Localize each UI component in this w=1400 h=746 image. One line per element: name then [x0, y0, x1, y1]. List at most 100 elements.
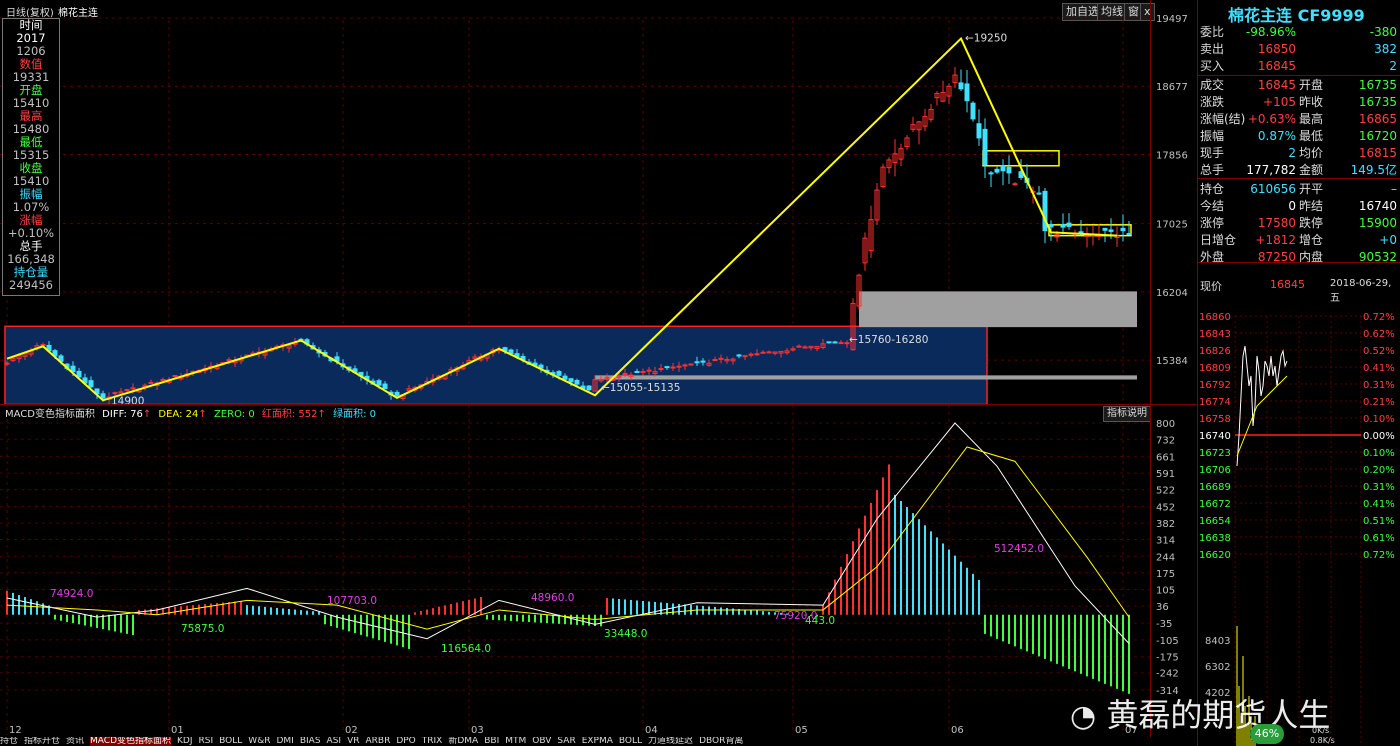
- time-axis-label: 04: [645, 725, 658, 736]
- candle-body: [172, 375, 178, 378]
- support-zone: [859, 291, 1137, 328]
- quote-value: +0: [1379, 233, 1397, 247]
- indicator-tab[interactable]: MTM: [505, 737, 526, 746]
- indicator-tab[interactable]: 力道线延迟: [648, 737, 693, 746]
- candle-body: [1000, 165, 1006, 172]
- quote-value: 17580: [1257, 216, 1296, 230]
- quote-row: 持仓 610656 开平 –: [1198, 181, 1400, 198]
- indicator-tab[interactable]: DMI: [276, 737, 293, 746]
- intraday-chart[interactable]: 16860 0.72% 16843 0.62% 16826 0.52% 16809 0.41%…: [1197, 306, 1400, 746]
- macd-area-label: 33448.0: [604, 628, 647, 640]
- candle-body: [376, 380, 382, 386]
- indicator-tab[interactable]: BIAS: [300, 737, 321, 746]
- indicator-tab[interactable]: ASI: [327, 737, 342, 746]
- candle-body: [394, 391, 400, 396]
- intraday-volume-label: 6302: [1205, 662, 1230, 673]
- intraday-pct-label: 0.20%: [1363, 465, 1395, 476]
- now-price-label: 现价: [1200, 280, 1222, 293]
- candle-body: [766, 351, 772, 354]
- indicator-tab[interactable]: BBI: [484, 737, 499, 746]
- candle-body: [712, 359, 718, 362]
- indicator-tab[interactable]: OBV: [532, 737, 551, 746]
- indicator-tab[interactable]: KDJ: [177, 737, 193, 746]
- now-price-value: 16845: [1270, 278, 1305, 291]
- macd-axis-label: 591: [1156, 469, 1175, 480]
- crosshair-info-panel: 时间 2017 1206 数值 19331 开盘 15410 最高 15480 最低 15315 收盘…: [2, 18, 60, 296]
- macd-axis-label: 314: [1156, 535, 1175, 546]
- indicator-tab[interactable]: VR: [347, 737, 359, 746]
- range-label: ←15760-16280: [849, 334, 928, 346]
- quote-row: 振幅 0.87% 最低 16720: [1198, 128, 1400, 145]
- candle-body: [736, 354, 742, 357]
- kline-chart[interactable]: 19497 18677 17856 17025 16204 15384 800 732 661 5…: [0, 0, 1198, 746]
- price-axis-label: 15384: [1156, 356, 1188, 367]
- intraday-price-label: 16843: [1199, 329, 1231, 340]
- candle-body: [568, 378, 574, 383]
- info-item: 249456: [9, 278, 53, 292]
- time-axis-label: 06: [951, 725, 964, 736]
- indicator-tab[interactable]: DPO: [396, 737, 415, 746]
- indicator-tab[interactable]: ARBR: [365, 737, 390, 746]
- candle-body: [988, 172, 994, 175]
- time-axis-label: 12: [9, 725, 22, 736]
- quote-label: 今结: [1200, 199, 1225, 213]
- indicator-tab[interactable]: BOLL: [219, 737, 242, 746]
- macd-axis-label: -242: [1156, 669, 1179, 680]
- candle-body: [670, 366, 676, 369]
- candle-body: [664, 366, 670, 369]
- intraday-price-label: 16826: [1199, 346, 1231, 357]
- quote-row: 今结 0 昨结 16740: [1198, 198, 1400, 215]
- indicator-tab[interactable]: RSI: [199, 737, 214, 746]
- intraday-pct-label: 0.10%: [1363, 448, 1395, 459]
- quote-row: 涨停 17580 跌停 15900: [1198, 215, 1400, 232]
- quote-value: 0.87%: [1257, 129, 1296, 143]
- candle-body: [796, 345, 802, 348]
- intraday-price-label: 16792: [1199, 380, 1231, 391]
- candle-body: [742, 355, 748, 358]
- indicator-tab[interactable]: MACD变色指标面积: [90, 737, 172, 746]
- indicator-tab[interactable]: TRIX: [422, 737, 443, 746]
- intraday-pct-label: 0.21%: [1363, 397, 1395, 408]
- candle-body: [682, 364, 688, 367]
- quote-label: 持仓: [1200, 182, 1225, 196]
- intraday-volume-label: 8403: [1205, 636, 1230, 647]
- indicator-tab[interactable]: BOLL: [619, 737, 642, 746]
- low-label: 14900: [111, 395, 144, 407]
- indicator-explain-button[interactable]: 指标说明: [1103, 406, 1151, 422]
- quote-row: 卖出 16850 382: [1198, 41, 1400, 58]
- quote-label: 外盘: [1200, 250, 1225, 264]
- quote-value: 15900: [1358, 216, 1397, 230]
- quote-value: 16845: [1257, 78, 1296, 92]
- quote-value: 610656: [1250, 182, 1296, 196]
- candle-body: [640, 370, 646, 373]
- quote-label: 买入: [1200, 59, 1225, 73]
- candle-body: [226, 359, 232, 362]
- indicator-tab[interactable]: 新DMA: [448, 737, 478, 746]
- candle-body: [838, 342, 844, 345]
- quote-row: 涨幅(结) +0.63% 最高 16865: [1198, 111, 1400, 128]
- indicator-tab[interactable]: 持仓: [0, 737, 18, 746]
- indicator-tab[interactable]: 资讯: [66, 737, 84, 746]
- quote-row: 买入 16845 2: [1198, 58, 1400, 75]
- indicator-tab[interactable]: SAR: [557, 737, 575, 746]
- intraday-pct-label: 0.72%: [1363, 312, 1395, 323]
- quote-label: 委比: [1200, 25, 1225, 39]
- quote-value: 16735: [1358, 95, 1397, 109]
- indicator-tab[interactable]: EXPMA: [582, 737, 613, 746]
- indicator-tabs: 持仓 指标开仓 资讯 MACD变色指标面积 KDJ RSI BOLL W&R DMI BIAS AS…: [0, 737, 1210, 746]
- quote-value: 149.5亿: [1350, 163, 1397, 177]
- macd-axis-label: 382: [1156, 519, 1175, 530]
- candle-body: [604, 376, 610, 379]
- quote-value: –: [1391, 182, 1397, 196]
- indicator-tab[interactable]: W&R: [248, 737, 270, 746]
- candle-body: [694, 361, 700, 364]
- candle-body: [622, 372, 628, 375]
- indicator-tab[interactable]: 指标开仓: [24, 737, 60, 746]
- quote-value: -380: [1369, 25, 1397, 39]
- indicator-tab[interactable]: DBOR背离: [699, 737, 743, 746]
- intraday-pct-label: 0.62%: [1363, 329, 1395, 340]
- candle-body: [556, 370, 562, 376]
- intraday-price-label: 16809: [1199, 363, 1231, 374]
- intraday-pct-label: 0.61%: [1363, 533, 1395, 544]
- quote-label: 成交: [1200, 78, 1225, 92]
